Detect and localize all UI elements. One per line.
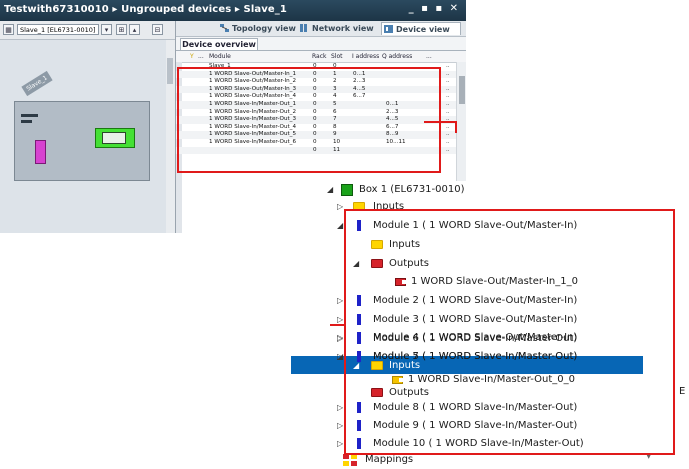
network-icon[interactable]: ⊞	[116, 24, 127, 35]
panel-edge-letter: E	[679, 386, 686, 397]
module-port-icon	[102, 132, 126, 144]
tab-label: Topology view	[232, 24, 296, 33]
rack-bar	[21, 120, 32, 123]
column-slot[interactable]: Slot	[331, 53, 343, 60]
collapse-toggle-icon: ▷	[337, 403, 344, 412]
tab-topology-view[interactable]: Topology view	[218, 22, 296, 35]
topology-icon	[220, 24, 229, 32]
view-tab-bar: Topology view Network view Device view	[176, 21, 466, 37]
selected-module[interactable]	[95, 128, 135, 148]
column-more: ...	[426, 53, 432, 60]
collapse-toggle-icon: ▷	[337, 334, 344, 343]
tab-label: Network view	[312, 24, 374, 33]
rack-bar	[21, 114, 38, 117]
device-graphic-panel: ▦ Slave_1 [EL6731-0010] ▾ ⊞ ▴ ⊟ Slave_1	[0, 21, 176, 233]
collapse-toggle-icon: ▷	[337, 439, 344, 448]
mappings-icon	[343, 454, 357, 466]
callout-overview-box	[177, 67, 441, 173]
table-header: Y ... Module Rack Slot I address Q addre…	[176, 51, 466, 63]
device-canvas[interactable]: Slave_1	[0, 40, 166, 233]
tab-label: Device view	[396, 25, 450, 34]
window-controls[interactable]: _ ▪ ▪ ✕	[409, 3, 460, 14]
tab-network-view[interactable]: Network view	[298, 22, 378, 35]
canvas-scrollbar[interactable]	[166, 40, 175, 233]
row-more: ..	[446, 70, 450, 77]
breadcrumb: Testwith67310010 ▸ Ungrouped devices ▸ S…	[4, 4, 287, 15]
device-tag-label: Slave_1	[21, 70, 53, 97]
column-q-address[interactable]: Q address	[382, 53, 412, 60]
row-more: ..	[446, 146, 450, 153]
arrow-up-icon[interactable]: ▴	[129, 24, 140, 35]
device-view-icon	[384, 25, 393, 33]
callout-tree-box	[344, 209, 675, 455]
callout-connector	[330, 324, 346, 326]
expand-toggle-icon: ◢	[337, 352, 344, 361]
column-rack[interactable]: Rack	[312, 53, 327, 60]
row-more: ..	[446, 131, 450, 138]
collapse-toggle-icon: ▷	[337, 421, 344, 430]
row-more: ..	[446, 78, 450, 85]
split-view-icon[interactable]: ⊟	[152, 24, 163, 35]
row-more: ..	[446, 85, 450, 92]
device-icon[interactable]: ▦	[3, 24, 14, 35]
row-more: ..	[446, 108, 450, 115]
callout-connector	[424, 121, 457, 123]
column-module[interactable]: Module	[209, 53, 231, 60]
column-i-address[interactable]: I address	[352, 53, 379, 60]
row-more: ..	[446, 139, 450, 145]
row-more: ..	[446, 63, 450, 69]
filter-icon[interactable]: Y	[190, 53, 194, 60]
row-more: ..	[446, 123, 450, 130]
device-toolbar: ▦ Slave_1 [EL6731-0010] ▾ ⊞ ▴ ⊟	[0, 21, 175, 40]
column-extra: ...	[198, 53, 204, 60]
tab-device-view[interactable]: Device view	[381, 22, 461, 35]
row-more: ..	[446, 101, 450, 107]
callout-connector	[455, 121, 457, 133]
row-more: ..	[446, 93, 450, 100]
device-rack[interactable]	[14, 101, 150, 181]
network-icon	[300, 24, 307, 32]
interface-port-icon[interactable]	[35, 140, 46, 164]
device-selector[interactable]: Slave_1 [EL6731-0010]	[17, 24, 99, 35]
dropdown-arrow-icon[interactable]: ▾	[101, 24, 112, 35]
title-bar: Testwith67310010 ▸ Ungrouped devices ▸ S…	[0, 0, 466, 21]
